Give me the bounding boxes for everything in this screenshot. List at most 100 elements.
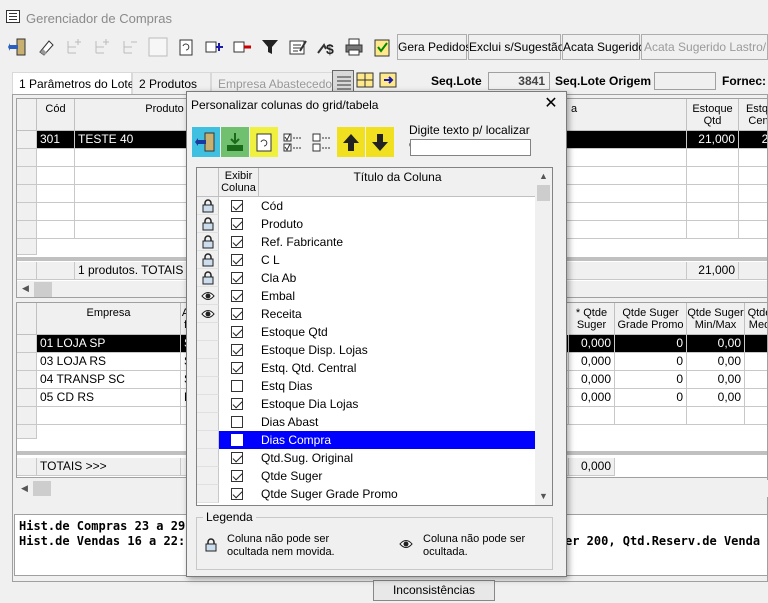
show-column-checkbox[interactable] [231,452,243,464]
product-cell-estoque-qtd[interactable]: 21,000 [687,131,739,149]
show-column-checkbox[interactable] [231,218,243,230]
empty-cell[interactable] [739,185,767,203]
seq-lote-origem-field[interactable] [654,72,716,90]
company-cell-med[interactable] [745,371,767,389]
tab-parametros-lote[interactable]: 1 Parâmetros do Lote [12,72,134,94]
show-column-checkbox[interactable] [231,344,243,356]
save-icon[interactable] [221,127,249,157]
scroll-left-icon[interactable]: ◀ [21,483,28,494]
filter-icon[interactable] [258,34,282,60]
column-option-row[interactable]: Cód [197,197,537,215]
company-cell-med[interactable] [745,389,767,407]
column-option-row[interactable]: Receita [197,305,537,323]
company-cell-empresa[interactable]: 01 LOJA SP [37,335,181,353]
empty-cell[interactable] [687,221,739,239]
show-column-checkbox[interactable] [231,200,243,212]
printer-icon[interactable] [342,34,366,60]
scroll-thumb[interactable] [33,481,51,496]
acata-sugerido-button[interactable]: Acata Sugerido [562,34,645,60]
scroll-left-icon[interactable]: ◀ [22,283,29,294]
remove-column-icon[interactable] [230,34,254,60]
layout-columns-icon[interactable] [378,70,400,92]
company-cell-empresa[interactable]: 03 LOJA RS [37,353,181,371]
eraser-icon[interactable] [34,34,58,60]
empty-cell[interactable] [37,185,75,203]
column-option-row[interactable]: Estq. Qtd. Central [197,359,537,377]
money-chart-icon[interactable]: $ [314,34,338,60]
col-header-empresa[interactable]: Empresa [37,303,181,335]
column-option-row[interactable]: Estoque Qtd [197,323,537,341]
empty-cell[interactable] [687,407,745,425]
scroll-thumb[interactable] [537,185,550,201]
show-column-checkbox[interactable] [231,308,243,320]
empty-cell[interactable] [739,221,767,239]
column-option-row[interactable]: Ref. Fabricante [197,233,537,251]
show-column-checkbox[interactable] [231,434,243,446]
gera-pedidos-button[interactable]: Gera Pedidos [397,34,471,60]
company-cell-qtde-suger[interactable]: 0,000 [569,371,615,389]
company-cell-qtde-suger[interactable]: 0,000 [569,335,615,353]
empty-cell[interactable] [739,167,767,185]
column-option-row[interactable]: Estq Dias [197,377,537,395]
company-cell-med[interactable] [745,335,767,353]
scroll-up-icon[interactable]: ▲ [539,171,548,181]
empty-cell[interactable] [687,185,739,203]
company-cell-qtde-suger[interactable]: 0,000 [569,389,615,407]
empty-cell[interactable] [739,203,767,221]
move-down-icon[interactable] [366,127,394,157]
empty-cell[interactable] [37,203,75,221]
company-cell-qtde-suger[interactable]: 0,000 [569,353,615,371]
company-cell-min-max[interactable]: 0,00 [687,353,745,371]
columns-list[interactable]: Exibir Coluna Título da Coluna Cód Produt… [196,167,553,506]
empty-cell[interactable] [739,149,767,167]
layout-grid-icon[interactable] [332,70,354,92]
product-cell-cod[interactable]: 301 [37,131,75,149]
show-column-checkbox[interactable] [231,362,243,374]
col-header-qtde-suger-grade-promo[interactable]: Qtde Suger Grade Promo [615,303,687,335]
edit-form-icon[interactable] [286,34,310,60]
exclui-sugestao-button[interactable]: Exclui s/Sugestão [468,34,564,60]
company-cell-empresa[interactable]: 05 CD RS [37,389,181,407]
column-option-row[interactable]: Qtd.Sug. Original [197,449,537,467]
empty-cell[interactable] [569,407,615,425]
company-cell-grade-promo[interactable]: 0 [615,389,687,407]
company-cell-grade-promo[interactable]: 0 [615,353,687,371]
show-column-checkbox[interactable] [231,416,243,428]
column-option-row[interactable]: Produto [197,215,537,233]
company-cell-min-max[interactable]: 0,00 [687,335,745,353]
show-column-checkbox[interactable] [231,326,243,338]
add-column-icon[interactable] [202,34,226,60]
exit-icon[interactable] [192,127,220,157]
column-option-row[interactable]: Qtde Suger Grade Promo [197,485,537,503]
column-option-row[interactable]: C L [197,251,537,269]
refresh-clipboard-icon[interactable] [250,127,278,157]
col-header-a[interactable]: a [567,99,687,131]
company-cell-min-max[interactable]: 0,00 [687,371,745,389]
seq-lote-field[interactable]: 3841 [488,72,550,90]
empty-cell[interactable] [687,149,739,167]
column-option-row[interactable]: Embal [197,287,537,305]
uncheck-all-icon[interactable] [308,127,336,157]
column-option-row[interactable]: Estoque Disp. Lojas [197,341,537,359]
refresh-clipboard-icon[interactable] [174,34,198,60]
empty-cell[interactable] [615,407,687,425]
show-column-checkbox[interactable] [231,380,243,392]
empty-cell[interactable] [687,203,739,221]
inconsistencias-button[interactable]: Inconsistências [373,580,495,601]
show-column-checkbox[interactable] [231,272,243,284]
search-input[interactable] [410,139,531,156]
col-header-estq-cen[interactable]: Estq. Cen [739,99,767,131]
empty-cell[interactable] [687,167,739,185]
show-column-checkbox[interactable] [231,488,243,500]
company-cell-grade-promo[interactable]: 0 [615,335,687,353]
check-all-icon[interactable] [279,127,307,157]
empty-cell[interactable] [37,167,75,185]
column-option-row[interactable]: Cla Ab [197,269,537,287]
col-header-qtde-med[interactable]: Qtde Med [745,303,767,335]
column-option-row[interactable]: Estoque Dia Lojas [197,395,537,413]
company-cell-min-max[interactable]: 0,00 [687,389,745,407]
empty-cell[interactable] [37,407,181,425]
column-option-row[interactable]: Dias Abast [197,413,537,431]
approve-clipboard-icon[interactable] [370,34,394,60]
column-option-row[interactable]: Dias Compra [197,431,537,449]
